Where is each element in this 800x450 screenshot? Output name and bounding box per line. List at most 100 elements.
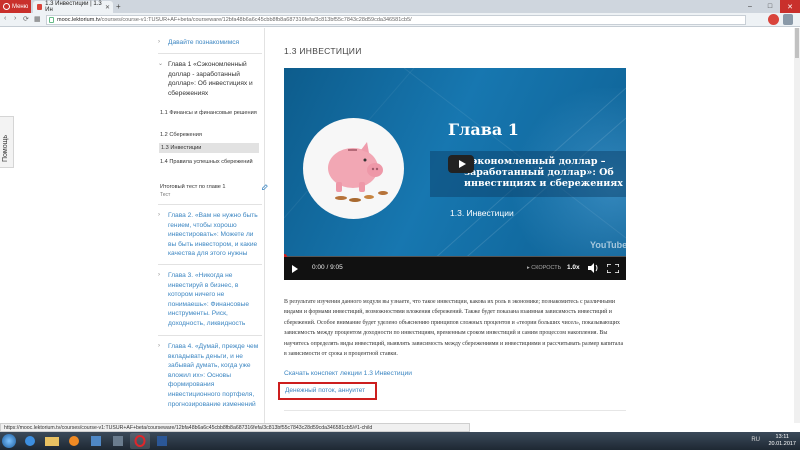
browser-tab-bar: Меню 1.3 Инвестиции | 1.3 Ин ✕ + – □ ✕ [0,0,800,13]
minimize-button[interactable]: – [740,0,760,13]
start-button[interactable] [2,434,16,448]
secure-lock-icon [49,17,54,23]
fullscreen-icon[interactable] [607,264,619,273]
store-icon [91,436,101,446]
sidebar-divider [158,264,262,265]
sidebar-subitem-label: 1.4 Правила успешных сбережений [160,159,253,165]
sidebar-item-chapter-4[interactable]: › Глава 4. «Думай, прежде чем вкладывать… [158,342,263,409]
play-icon[interactable] [292,265,298,273]
url-host: mooc.lektorium.tv [57,17,101,23]
browser-menu-button[interactable]: Меню [0,0,31,13]
taskbar-opera-icon[interactable] [130,433,150,449]
highlighted-link-box: Денежный поток, аннуитет [278,382,377,400]
module-description: В результате изучения данного модуля вы … [284,299,624,358]
taskbar-store-icon[interactable] [86,433,106,449]
video-time: 0:00 / 9:05 [312,264,343,271]
edit-icon [262,184,268,190]
speed-dial-icon[interactable]: ▦ [34,15,41,23]
media-player-icon [69,436,79,446]
chevron-right-icon: › [158,39,160,45]
windows-taskbar: RU 13:11 20.01.2017 [0,432,800,450]
taskbar-word-icon[interactable] [152,433,172,449]
taskbar-media-icon[interactable] [64,433,84,449]
sidebar-subitem-test[interactable]: Итоговый тест по главе 1 Тест [160,183,268,199]
lektorium-favicon-icon [37,4,43,10]
speed-selector[interactable]: 1.0x [567,264,580,271]
sidebar-divider [158,204,262,205]
reload-button[interactable]: ⟳ [23,15,29,23]
language-indicator[interactable]: RU [751,437,760,443]
speed-label-text: СКОРОСТЬ [531,265,562,271]
sidebar-divider [158,53,262,54]
taskbar-app-icon[interactable] [108,433,128,449]
video-player[interactable]: Глава 1 Сэкономленный доллар – заработан… [284,68,626,280]
sidebar-item-label: Глава 4. «Думай, прежде чем вкладывать д… [168,343,259,408]
piggy-bank-image [303,118,404,219]
chevron-right-icon: › [158,272,160,278]
sidebar-item-label: Глава 2. «Вам не нужно быть гением, чтоб… [168,212,258,258]
sidebar-subitem-1-4[interactable]: 1.4 Правила успешных сбережений [160,158,260,166]
clock-date: 20.01.2017 [768,441,796,447]
sidebar-subitem-label: 1.1 Финансы и финансовые решения [160,110,257,116]
download-icon[interactable] [783,14,793,25]
sidebar-subitem-1-1[interactable]: 1.1 Финансы и финансовые решения [160,109,260,117]
new-tab-button[interactable]: + [116,2,121,11]
piggy-bank-icon [328,142,388,202]
url-field[interactable]: mooc.lektorium.tv/courses/course-v1:TUSU… [46,15,746,25]
video-play-overlay-button[interactable] [448,155,474,173]
sidebar-item-chapter-2[interactable]: › Глава 2. «Вам не нужно быть гением, чт… [158,211,263,259]
page-viewport: Помощь › Давайте познакомимся ⌄ Глава 1 … [0,28,800,423]
sidebar-item-intro[interactable]: › Давайте познакомимся [158,38,263,48]
chevron-down-icon: ⌄ [158,61,164,67]
sidebar-item-label: Глава 3. «Никогда не инвестируй в бизнес… [168,272,250,327]
sidebar-item-label: Глава 1 «Сэкономленный доллар - заработа… [168,61,253,97]
window-controls: – □ ✕ [740,0,800,13]
app-icon [113,436,123,446]
browser-tab-title: 1.3 Инвестиции | 1.3 Ин [45,1,102,13]
status-bar-url: https://mooc.lektorium.tv/courses/course… [0,423,470,432]
video-part-label: 1.3. Инвестиции [450,208,514,218]
sidebar-subitem-label: 1.3 Инвестиции [161,145,202,151]
sidebar-item-label: Давайте познакомимся [168,39,240,46]
sidebar-subitem-label: 1.2 Сбережения [160,132,202,138]
maximize-button[interactable]: □ [760,0,780,13]
taskbar-explorer-icon[interactable] [42,433,62,449]
help-tab[interactable]: Помощь [0,116,14,168]
content-divider [284,410,626,411]
browser-tab-active[interactable]: 1.3 Инвестиции | 1.3 Ин ✕ [33,1,113,13]
tab-close-icon[interactable]: ✕ [105,4,110,11]
browser-menu-label: Меню [12,3,29,10]
video-controls: 0:00 / 9:05 ▸ СКОРОСТЬ 1.0x [284,257,626,280]
sidebar-divider [158,335,262,336]
chevron-right-icon: › [158,343,160,349]
download-notes-link[interactable]: Скачать конспект лекции 1.3 Инвестиции [284,370,412,377]
chevron-right-icon: › [158,212,160,218]
page-scrollbar-thumb[interactable] [795,28,799,58]
forward-button[interactable]: › [14,15,16,22]
address-bar-row: ‹ › ⟳ ▦ mooc.lektorium.tv/courses/course… [0,13,800,27]
taskbar-ie-icon[interactable] [20,433,40,449]
volume-icon[interactable] [588,263,599,273]
url-path: /courses/course-v1:TUSUR+AF+beta/coursew… [100,17,412,23]
close-window-button[interactable]: ✕ [780,0,800,13]
taskbar-clock[interactable]: 13:11 20.01.2017 [768,434,796,448]
folder-icon [45,437,59,446]
opera-logo-icon [3,3,10,10]
back-button[interactable]: ‹ [4,15,6,22]
adblock-extension-icon[interactable] [768,14,779,25]
sidebar-subitem-label: Итоговый тест по главе 1 [160,184,226,190]
cash-flow-annuity-link[interactable]: Денежный поток, аннуитет [285,387,365,394]
sidebar-item-chapter-3[interactable]: › Глава 3. «Никогда не инвестируй в бизн… [158,271,263,329]
speed-label: ▸ СКОРОСТЬ [527,265,562,271]
page-scrollbar[interactable] [794,28,800,423]
sidebar-subitem-1-2[interactable]: 1.2 Сбережения [160,131,260,139]
video-chapter-title: Глава 1 [448,120,519,139]
test-type-label: Тест [160,192,171,198]
page-title: 1.3 ИНВЕСТИЦИИ [284,46,362,56]
internet-explorer-icon [25,436,35,446]
sidebar-subitem-1-3-active[interactable]: 1.3 Инвестиции [159,143,259,153]
opera-icon [134,435,146,447]
sidebar-item-chapter-1[interactable]: ⌄ Глава 1 «Сэкономленный доллар - зарабо… [158,60,263,98]
help-tab-label: Помощь [2,134,9,162]
youtube-logo[interactable]: YouTube [590,240,626,250]
